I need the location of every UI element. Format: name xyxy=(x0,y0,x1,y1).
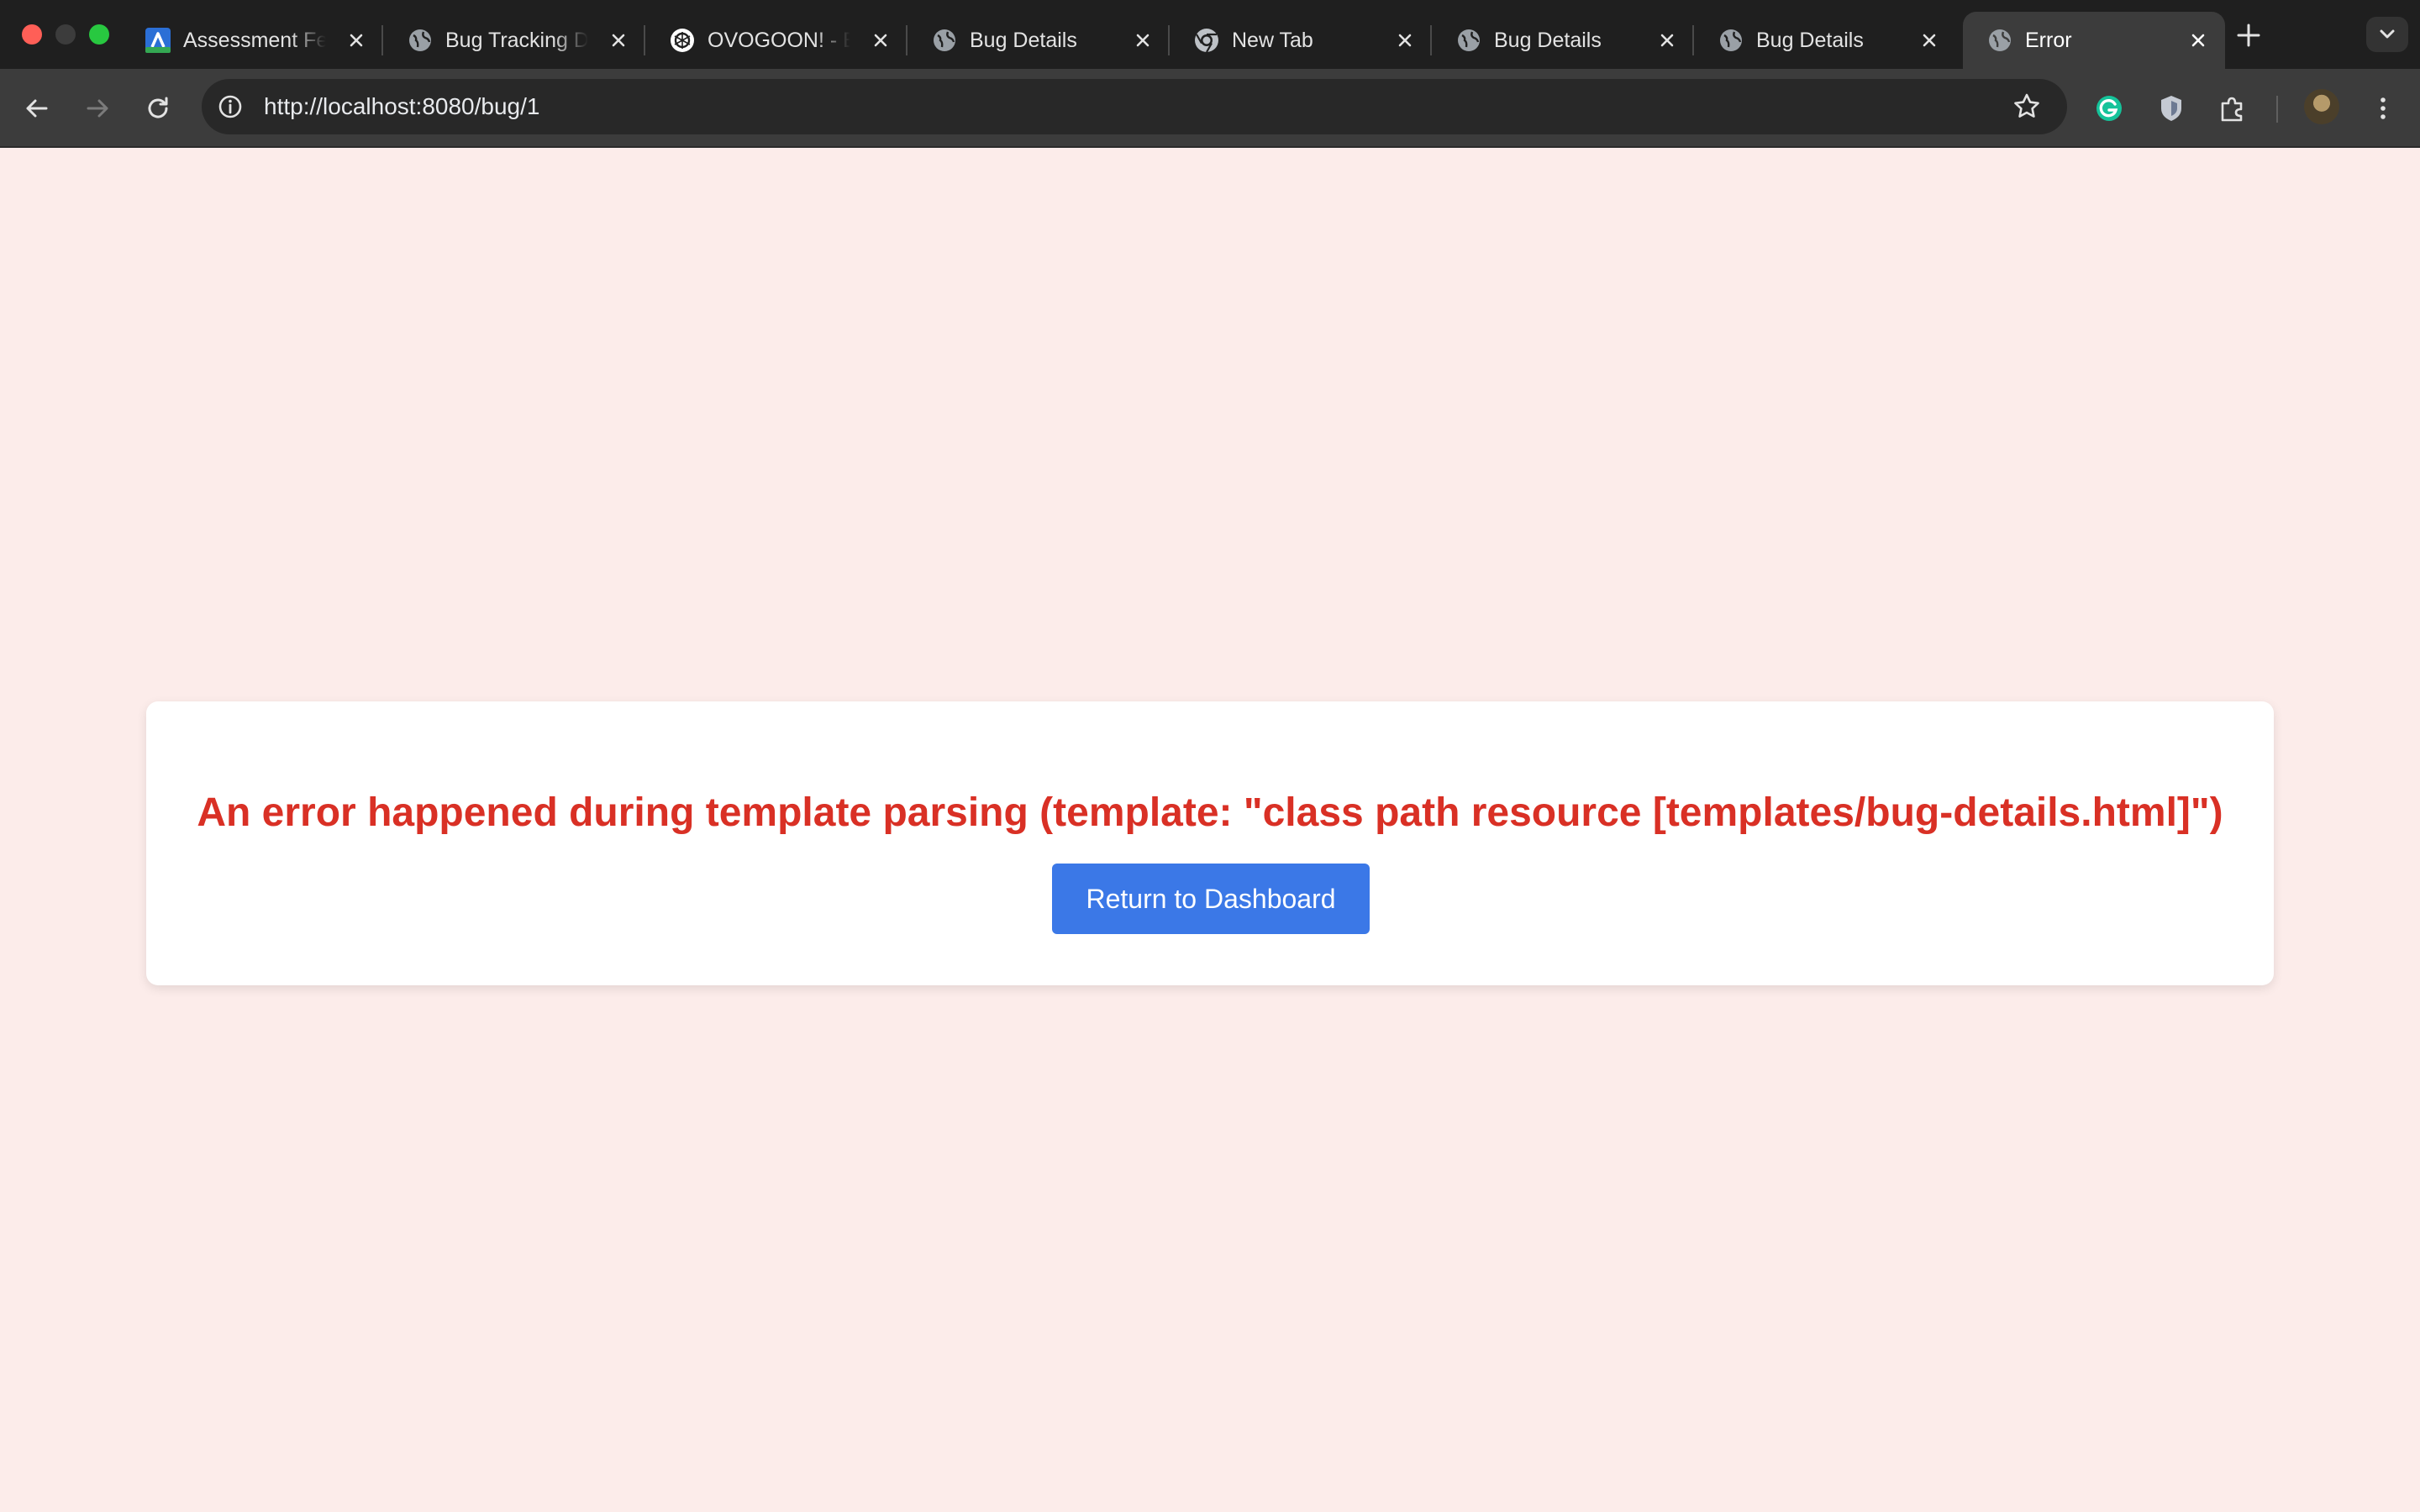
extensions-puzzle-icon[interactable] xyxy=(2215,92,2249,125)
close-icon[interactable] xyxy=(1392,27,1418,54)
shield-extension-icon[interactable] xyxy=(2154,92,2188,125)
globe-icon xyxy=(1458,29,1480,51)
tab-title: OVOGOON! - E xyxy=(708,29,850,52)
tab-separator xyxy=(1692,25,1694,55)
browser-toolbar: http://localhost:8080/bug/1 xyxy=(0,69,2420,148)
tab-search-button[interactable] xyxy=(2366,17,2408,52)
error-card: An error happened during template parsin… xyxy=(146,701,2274,985)
close-icon[interactable] xyxy=(2185,27,2212,54)
tab-assessment[interactable]: Assessment Fe xyxy=(121,12,383,69)
globe-icon xyxy=(1989,29,2011,51)
forward-arrow-icon[interactable] xyxy=(81,92,114,125)
window-maximize-button[interactable] xyxy=(89,24,109,45)
tab-separator xyxy=(906,25,908,55)
new-tab-plus-icon[interactable] xyxy=(2232,18,2265,52)
tab-title: Bug Details xyxy=(1494,29,1602,52)
profile-avatar[interactable] xyxy=(2304,89,2339,124)
url-text[interactable]: http://localhost:8080/bug/1 xyxy=(264,91,539,123)
error-message: An error happened during template parsin… xyxy=(197,790,2223,835)
close-icon[interactable] xyxy=(1129,27,1156,54)
site-info-icon[interactable] xyxy=(213,90,247,123)
window-minimize-button[interactable] xyxy=(55,24,76,45)
tab-new-tab[interactable]: New Tab xyxy=(1168,12,1432,69)
tab-separator xyxy=(644,25,645,55)
globe-icon xyxy=(934,29,955,51)
tab-separator xyxy=(381,25,383,55)
chevron-down-icon xyxy=(2380,29,2395,39)
address-bar[interactable]: http://localhost:8080/bug/1 xyxy=(202,79,2067,134)
tab-bug-tracking[interactable]: Bug Tracking D xyxy=(381,12,645,69)
tab-separator xyxy=(1430,25,1432,55)
tab-bug-details[interactable]: Bug Details xyxy=(1692,12,1956,69)
toolbar-divider xyxy=(2276,96,2278,123)
tab-bug-details[interactable]: Bug Details xyxy=(1430,12,1694,69)
tab-title: Error xyxy=(2025,29,2072,52)
tab-title: Bug Details xyxy=(1756,29,1864,52)
tab-title: Bug Tracking D xyxy=(445,29,588,52)
close-icon[interactable] xyxy=(867,27,894,54)
openai-icon xyxy=(671,29,694,52)
globe-icon xyxy=(1720,29,1742,51)
grammarly-icon[interactable] xyxy=(2092,92,2126,125)
tab-bug-details[interactable]: Bug Details xyxy=(906,12,1170,69)
bookmark-star-icon[interactable] xyxy=(2010,90,2044,123)
close-icon[interactable] xyxy=(605,27,632,54)
more-menu-icon[interactable] xyxy=(2366,92,2400,125)
chrome-icon xyxy=(1195,29,1218,53)
tab-error[interactable]: Error xyxy=(1963,12,2225,69)
window-close-button[interactable] xyxy=(22,24,42,45)
tab-separator xyxy=(1168,25,1170,55)
reload-icon[interactable] xyxy=(141,92,175,125)
tab-title: Assessment Fe xyxy=(183,29,326,52)
return-to-dashboard-button[interactable]: Return to Dashboard xyxy=(1052,864,1370,934)
tab-title: New Tab xyxy=(1232,29,1313,52)
close-icon[interactable] xyxy=(1916,27,1943,54)
close-icon[interactable] xyxy=(343,27,370,54)
close-icon[interactable] xyxy=(1654,27,1681,54)
globe-icon xyxy=(409,29,431,51)
tab-ovogoon[interactable]: OVOGOON! - E xyxy=(644,12,908,69)
app-logo-icon xyxy=(145,28,171,53)
back-arrow-icon[interactable] xyxy=(20,92,54,125)
tab-strip: Assessment Fe Bug Tracking D OVOGOON! - … xyxy=(0,0,2420,69)
tab-title: Bug Details xyxy=(970,29,1077,52)
